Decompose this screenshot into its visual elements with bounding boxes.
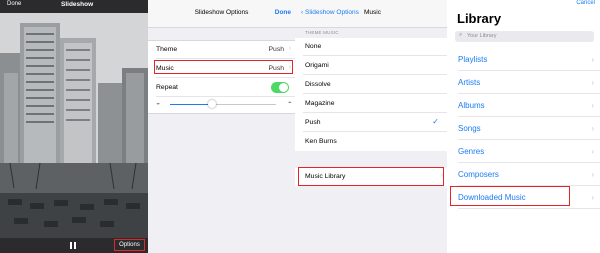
library-item-artists[interactable]: Artists › [447, 71, 600, 94]
back-label: Slideshow Options [304, 9, 359, 16]
music-option-magazine[interactable]: Magazine [295, 95, 447, 113]
speed-row: ◒ ◓ [148, 97, 295, 115]
chevron-right-icon: › [591, 101, 594, 110]
library-item-label: Playlists [458, 55, 488, 64]
pause-icon[interactable] [70, 242, 76, 249]
option-label: Push [305, 119, 321, 126]
chevron-right-icon: › [288, 45, 291, 52]
repeat-toggle[interactable] [271, 82, 289, 93]
options-button[interactable]: Options [114, 239, 145, 251]
library-item-genres[interactable]: Genres › [447, 140, 600, 163]
section-header: THEME MUSIC [305, 30, 339, 35]
option-label: Magazine [305, 100, 335, 107]
library-panel: Cancel Library ⌕ Your Library Playlists … [447, 0, 600, 253]
library-item-label: Albums [458, 101, 485, 110]
library-search-field[interactable]: ⌕ Your Library [455, 31, 594, 42]
music-title: Music [364, 9, 381, 16]
music-option-origami[interactable]: Origami [295, 57, 447, 75]
done-button[interactable]: Done [7, 1, 21, 7]
chevron-right-icon: › [591, 170, 594, 179]
library-item-songs[interactable]: Songs › [447, 117, 600, 140]
slideshow-player: Done Slideshow Options [0, 0, 148, 253]
search-placeholder: Your Library [467, 33, 497, 39]
library-title: Library [457, 11, 502, 26]
city-photo-image [0, 13, 148, 238]
back-button[interactable]: ‹ Slideshow Options [301, 9, 359, 16]
music-row-highlight [154, 60, 293, 74]
city-photo [0, 13, 148, 238]
chevron-right-icon: › [591, 147, 594, 156]
library-item-label: Songs [458, 124, 481, 133]
music-option-ken-burns[interactable]: Ken Burns [295, 133, 447, 151]
library-item-albums[interactable]: Albums › [447, 94, 600, 117]
theme-row[interactable]: Theme Push › [148, 41, 295, 59]
options-header: Slideshow Options Done [148, 0, 295, 28]
player-bottom-bar: Options [0, 238, 148, 253]
theme-music-list: None Origami Dissolve Magazine Push ✓ Ke… [295, 38, 447, 151]
option-label: Ken Burns [305, 138, 337, 145]
music-option-none[interactable]: None [295, 38, 447, 56]
option-label: Dissolve [305, 81, 331, 88]
repeat-label: Repeat [156, 84, 178, 91]
options-group: Theme Push › Music Push › Repeat ◒ ◓ [148, 40, 295, 114]
slideshow-options-panel: Slideshow Options Done Theme Push › Musi… [148, 0, 295, 253]
music-option-dissolve[interactable]: Dissolve [295, 76, 447, 94]
rabbit-icon: ◓ [287, 100, 292, 107]
chevron-right-icon: › [591, 124, 594, 133]
theme-value: Push [268, 46, 285, 53]
player-top-bar: Done Slideshow [0, 0, 148, 13]
options-title: Slideshow Options [194, 9, 249, 16]
search-icon: ⌕ [459, 32, 463, 38]
music-panel: ‹ Slideshow Options Music THEME MUSIC No… [295, 0, 447, 253]
player-title: Slideshow [61, 1, 94, 8]
theme-label: Theme [156, 46, 178, 53]
chevron-right-icon: › [591, 55, 594, 64]
music-header: ‹ Slideshow Options Music [295, 0, 447, 28]
chevron-right-icon: › [591, 193, 594, 202]
checkmark-icon: ✓ [432, 117, 439, 126]
library-item-label: Genres [458, 147, 485, 156]
library-item-label: Artists [458, 78, 481, 87]
repeat-row: Repeat [148, 79, 295, 97]
library-item-playlists[interactable]: Playlists › [447, 48, 600, 71]
music-option-push[interactable]: Push ✓ [295, 114, 447, 132]
cancel-button[interactable]: Cancel [576, 0, 595, 6]
music-library-highlight [298, 167, 444, 186]
screenshot-root: Done Slideshow Options Slideshow Options… [0, 0, 600, 253]
chevron-right-icon: › [591, 78, 594, 87]
turtle-icon: ◒ [156, 100, 161, 107]
option-label: None [305, 43, 322, 50]
options-done-button[interactable]: Done [275, 9, 291, 16]
option-label: Origami [305, 62, 329, 69]
library-item-label: Composers [458, 170, 499, 179]
downloaded-music-highlight [450, 186, 570, 206]
slider-thumb[interactable] [208, 100, 217, 108]
speed-slider[interactable]: ◒ ◓ [156, 97, 292, 113]
library-item-composers[interactable]: Composers › [447, 163, 600, 186]
